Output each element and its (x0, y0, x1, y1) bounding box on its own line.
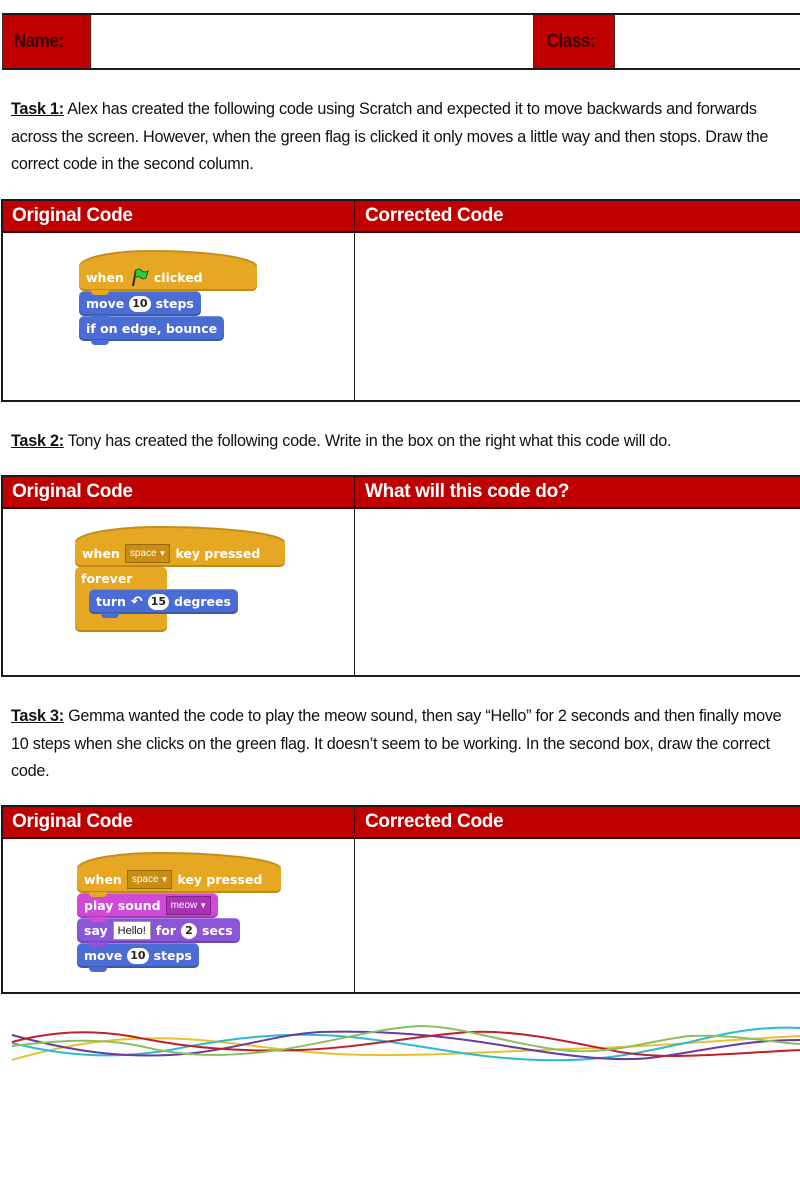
task-2-instructions: Task 2: Tony has created the following c… (11, 428, 800, 456)
original-code-cell: when clicked move 10 steps if on edge, b (3, 233, 355, 402)
when-key-pressed-block: when space ▼ key pressed (77, 852, 281, 897)
column-header-corrected-code: Corrected Code (365, 811, 504, 832)
block-text: when (86, 269, 124, 285)
task-3-script: when space ▼ key pressed play sound meow ▼… (77, 852, 281, 972)
task-3-table: Original Code Corrected Code when space ▼… (1, 805, 800, 994)
name-class-header: Name: Class: (2, 13, 800, 70)
dropdown-value: meow (170, 900, 198, 911)
dropdown-caret-icon: ▼ (199, 901, 208, 910)
column-header-original-code: Original Code (3, 201, 355, 231)
block-text: degrees (174, 594, 231, 609)
green-flag-icon (131, 268, 149, 287)
sound-dropdown: meow ▼ (165, 896, 212, 915)
task-3-title: Task 3: (11, 707, 64, 725)
rotate-left-icon: ↶ (130, 593, 143, 610)
class-label-text: Class: (546, 30, 596, 52)
block-text: key pressed (175, 545, 261, 561)
task-1-text: Alex has created the following code usin… (11, 100, 769, 173)
task-1-script: when clicked move 10 steps if on edge, b (79, 250, 257, 345)
corrected-code-answer-cell[interactable] (355, 839, 800, 994)
decorative-wavy-lines (11, 1024, 800, 1062)
task-1-table: Original Code Corrected Code when clicke… (1, 199, 800, 402)
task-2-table-header: Original Code What will this code do? (3, 477, 800, 509)
wave-line-green (11, 1024, 800, 1056)
task-1-instructions: Task 1: Alex has created the following c… (11, 96, 800, 179)
name-label-text: Name: (13, 30, 64, 52)
class-label: Class: (534, 15, 615, 68)
task-2-title: Task 2: (11, 432, 64, 450)
task-3-instructions: Task 3: Gemma wanted the code to play th… (11, 703, 800, 786)
task-2-table-body: when space ▼ key pressed forever turn ↶ 1… (3, 509, 800, 677)
key-dropdown: space ▼ (126, 869, 173, 889)
task-1-table-header: Original Code Corrected Code (3, 201, 800, 233)
forever-loop-block: forever turn ↶ 15 degrees (75, 567, 238, 632)
block-text: play sound (84, 898, 161, 913)
column-header-original-code: Original Code (3, 477, 355, 507)
steps-number-input: 10 (127, 947, 149, 964)
key-dropdown: space ▼ (124, 543, 171, 563)
block-text: secs (201, 923, 233, 938)
column-header-original-code: Original Code (3, 807, 355, 837)
block-text: move (84, 948, 123, 963)
block-text: for (155, 923, 176, 938)
degrees-number-input: 15 (147, 593, 169, 610)
when-flag-clicked-block: when clicked (79, 250, 257, 295)
block-text: when (82, 545, 120, 561)
dropdown-caret-icon: ▼ (158, 548, 167, 558)
say-text-input: Hello! (112, 921, 151, 940)
task-2-table: Original Code What will this code do? wh… (1, 475, 800, 677)
task-3-table-header: Original Code Corrected Code (3, 807, 800, 839)
original-code-cell: when space ▼ key pressed play sound meow ▼… (3, 839, 355, 994)
task-2-text: Tony has created the following code. Wri… (63, 432, 672, 450)
class-field[interactable] (624, 15, 800, 68)
name-field[interactable] (101, 15, 534, 68)
block-text: key pressed (177, 871, 263, 887)
block-text: forever (81, 570, 133, 586)
block-text: clicked (153, 269, 203, 285)
block-text: steps (155, 296, 194, 311)
secs-number-input: 2 (180, 922, 197, 939)
block-text: when (84, 871, 122, 887)
block-text: turn (96, 594, 126, 609)
task-2-script: when space ▼ key pressed forever turn ↶ 1… (75, 526, 285, 632)
dropdown-value: space (131, 873, 159, 885)
block-text: steps (153, 948, 192, 963)
block-text: say (84, 923, 108, 938)
what-will-code-do-answer-cell[interactable] (355, 509, 800, 677)
name-label: Name: (2, 15, 92, 68)
dropdown-caret-icon: ▼ (160, 874, 169, 884)
turn-degrees-block: turn ↶ 15 degrees (89, 589, 238, 618)
column-header-what-will-code-do: What will this code do? (365, 481, 570, 502)
corrected-code-answer-cell[interactable] (355, 233, 800, 402)
original-code-cell: when space ▼ key pressed forever turn ↶ 1… (3, 509, 355, 677)
column-header-corrected-code: Corrected Code (365, 205, 504, 226)
block-text: move (86, 296, 125, 311)
task-3-text: Gemma wanted the code to play the meow s… (11, 707, 782, 780)
task-1-title: Task 1: (11, 100, 64, 118)
when-key-pressed-block: when space ▼ key pressed (75, 526, 285, 567)
dropdown-value: space (129, 547, 157, 559)
steps-number-input: 10 (129, 295, 151, 312)
task-1-table-body: when clicked move 10 steps if on edge, b (3, 233, 800, 402)
task-3-table-body: when space ▼ key pressed play sound meow ▼… (3, 839, 800, 994)
block-text: if on edge, bounce (86, 321, 218, 336)
